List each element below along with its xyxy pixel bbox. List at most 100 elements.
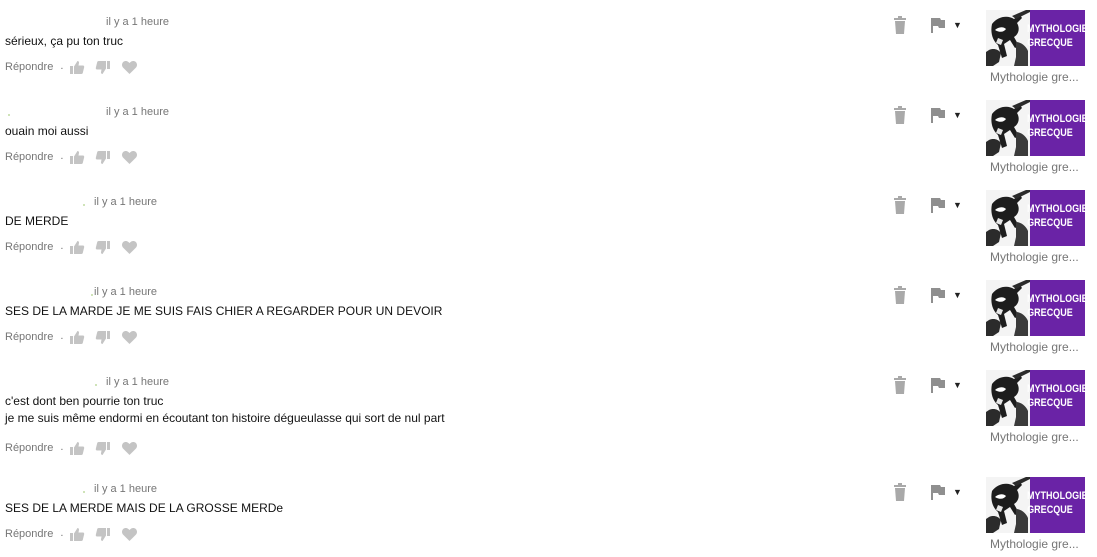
video-title-link[interactable]: Mythologie gre...	[990, 430, 1079, 444]
reply-button[interactable]: Répondre	[5, 151, 53, 163]
thumbnail-title-line2: GRECQUE	[1027, 217, 1073, 229]
comment-item: il y a 1 heure c'est dont ben pourrie to…	[0, 360, 1097, 455]
video-title-link[interactable]: Mythologie gre...	[990, 70, 1079, 84]
thumbnail-title: MYTHOLOGIE GRECQUE	[1027, 489, 1085, 517]
thumb-up-icon[interactable]	[69, 239, 85, 255]
separator-dot: .	[60, 441, 64, 453]
comment-actions: Répondre .	[5, 526, 147, 542]
thumb-down-icon[interactable]	[95, 239, 111, 255]
trash-icon[interactable]	[892, 286, 908, 304]
thumbnail-title-line2: GRECQUE	[1027, 307, 1073, 319]
video-thumbnail[interactable]: MYTHOLOGIE GRECQUE	[986, 370, 1085, 426]
caret-down-icon[interactable]: ▼	[953, 484, 962, 500]
trash-icon[interactable]	[892, 196, 908, 214]
comment-actions: Répondre .	[5, 149, 147, 165]
video-thumbnail[interactable]: MYTHOLOGIE GRECQUE	[986, 280, 1085, 336]
video-thumbnail[interactable]: MYTHOLOGIE GRECQUE	[986, 100, 1085, 156]
thumbnail-title: MYTHOLOGIE GRECQUE	[1027, 22, 1085, 50]
thumb-down-icon[interactable]	[95, 526, 111, 542]
comment-item: il y a 1 heure SES DE LA MERDE MAIS DE L…	[0, 467, 1097, 557]
thumbnail-title-line1: MYTHOLOGIE	[1027, 23, 1085, 35]
comment-actions: Répondre .	[5, 239, 147, 255]
author-name-placeholder[interactable]	[83, 204, 85, 206]
thumb-up-icon[interactable]	[69, 440, 85, 456]
thumbnail-title: MYTHOLOGIE GRECQUE	[1027, 202, 1085, 230]
heart-icon[interactable]	[121, 59, 137, 75]
thumbnail-title-line2: GRECQUE	[1027, 37, 1073, 49]
comment-actions: Répondre .	[5, 59, 147, 75]
thumb-down-icon[interactable]	[95, 149, 111, 165]
comment-item: il y a 1 heure ouain moi aussi Répondre …	[0, 90, 1097, 180]
reply-button[interactable]: Répondre	[5, 442, 53, 454]
comment-timestamp[interactable]: il y a 1 heure	[94, 483, 157, 495]
comment-text-line: c'est dont ben pourrie ton truc	[5, 394, 164, 408]
thumbnail-title-line1: MYTHOLOGIE	[1027, 293, 1085, 305]
statue-figure-icon	[986, 280, 1030, 336]
thumbnail-title-line1: MYTHOLOGIE	[1027, 203, 1085, 215]
flag-icon[interactable]	[930, 107, 946, 123]
comment-text: SES DE LA MARDE JE ME SUIS FAIS CHIER A …	[5, 303, 442, 320]
author-name-placeholder[interactable]	[91, 294, 93, 296]
flag-icon[interactable]	[930, 17, 946, 33]
thumb-up-icon[interactable]	[69, 526, 85, 542]
comment-actions: Répondre .	[5, 440, 147, 456]
comment-timestamp[interactable]: il y a 1 heure	[94, 196, 157, 208]
trash-icon[interactable]	[892, 483, 908, 501]
separator-dot: .	[60, 240, 64, 252]
statue-figure-icon	[986, 10, 1030, 66]
thumbnail-title: MYTHOLOGIE GRECQUE	[1027, 382, 1085, 410]
video-title-link[interactable]: Mythologie gre...	[990, 340, 1079, 354]
comment-text-line: DE MERDE	[5, 214, 69, 228]
video-title-link[interactable]: Mythologie gre...	[990, 160, 1079, 174]
thumb-up-icon[interactable]	[69, 329, 85, 345]
trash-icon[interactable]	[892, 16, 908, 34]
thumb-up-icon[interactable]	[69, 149, 85, 165]
thumb-down-icon[interactable]	[95, 329, 111, 345]
thumbnail-title-line1: MYTHOLOGIE	[1027, 490, 1085, 502]
trash-icon[interactable]	[892, 376, 908, 394]
thumb-down-icon[interactable]	[95, 440, 111, 456]
author-name-placeholder[interactable]	[8, 114, 10, 116]
reply-button[interactable]: Répondre	[5, 241, 53, 253]
reply-button[interactable]: Répondre	[5, 528, 53, 540]
caret-down-icon[interactable]: ▼	[953, 107, 962, 123]
comment-text-line: je me suis même endormi en écoutant ton …	[5, 411, 445, 425]
heart-icon[interactable]	[121, 239, 137, 255]
trash-icon[interactable]	[892, 106, 908, 124]
heart-icon[interactable]	[121, 526, 137, 542]
thumbnail-title: MYTHOLOGIE GRECQUE	[1027, 112, 1085, 140]
heart-icon[interactable]	[121, 329, 137, 345]
separator-dot: .	[60, 150, 64, 162]
video-thumbnail[interactable]: MYTHOLOGIE GRECQUE	[986, 190, 1085, 246]
caret-down-icon[interactable]: ▼	[953, 197, 962, 213]
thumbnail-title-line2: GRECQUE	[1027, 127, 1073, 139]
author-name-placeholder[interactable]	[83, 491, 85, 493]
flag-icon[interactable]	[930, 484, 946, 500]
comment-text: c'est dont ben pourrie ton truc je me sui…	[5, 393, 445, 427]
comment-timestamp[interactable]: il y a 1 heure	[106, 16, 169, 28]
video-title-link[interactable]: Mythologie gre...	[990, 537, 1079, 551]
thumb-up-icon[interactable]	[69, 59, 85, 75]
thumbnail-title-line2: GRECQUE	[1027, 504, 1073, 516]
reply-button[interactable]: Répondre	[5, 331, 53, 343]
caret-down-icon[interactable]: ▼	[953, 287, 962, 303]
comment-text: SES DE LA MERDE MAIS DE LA GROSSE MERDe	[5, 500, 283, 517]
flag-icon[interactable]	[930, 287, 946, 303]
caret-down-icon[interactable]: ▼	[953, 377, 962, 393]
video-thumbnail[interactable]: MYTHOLOGIE GRECQUE	[986, 10, 1085, 66]
author-name-placeholder[interactable]	[95, 384, 97, 386]
reply-button[interactable]: Répondre	[5, 61, 53, 73]
caret-down-icon[interactable]: ▼	[953, 17, 962, 33]
heart-icon[interactable]	[121, 440, 137, 456]
flag-icon[interactable]	[930, 377, 946, 393]
comment-timestamp[interactable]: il y a 1 heure	[106, 106, 169, 118]
statue-figure-icon	[986, 477, 1030, 533]
video-thumbnail[interactable]: MYTHOLOGIE GRECQUE	[986, 477, 1085, 533]
comment-timestamp[interactable]: il y a 1 heure	[94, 286, 157, 298]
thumb-down-icon[interactable]	[95, 59, 111, 75]
heart-icon[interactable]	[121, 149, 137, 165]
comment-timestamp[interactable]: il y a 1 heure	[106, 376, 169, 388]
flag-icon[interactable]	[930, 197, 946, 213]
video-title-link[interactable]: Mythologie gre...	[990, 250, 1079, 264]
thumbnail-title-line1: MYTHOLOGIE	[1027, 113, 1085, 125]
